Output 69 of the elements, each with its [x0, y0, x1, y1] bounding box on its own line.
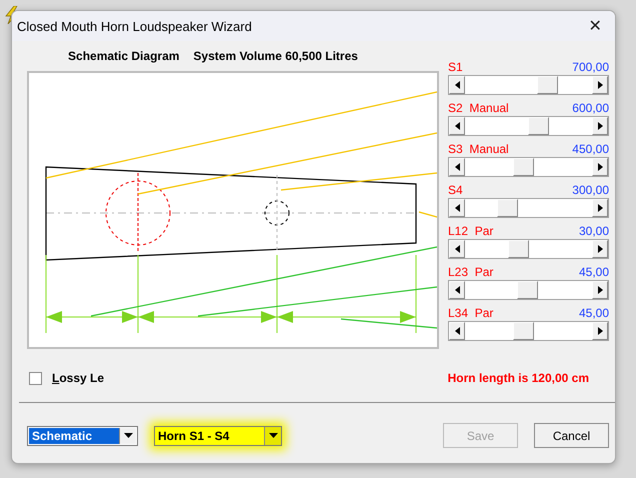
slider-thumb[interactable]	[512, 322, 534, 340]
scroll-right-button[interactable]	[592, 117, 608, 135]
checkbox-label: Lossy Le	[52, 371, 104, 385]
parameter-value: 45,00	[578, 306, 609, 320]
parameter-value: 45,00	[578, 265, 609, 279]
parameter-value: 600,00	[572, 101, 609, 115]
left-arrow-icon	[454, 81, 460, 89]
parameter-label: S1	[448, 60, 463, 74]
scrollbar[interactable]	[448, 116, 609, 136]
scroll-left-button[interactable]	[449, 158, 465, 176]
scroll-right-button[interactable]	[592, 281, 608, 299]
slider-thumb[interactable]	[512, 158, 534, 176]
system-volume: System Volume 60,500 Litres	[193, 49, 358, 63]
scrollbar[interactable]	[448, 239, 609, 259]
caret-icon	[268, 433, 278, 438]
horn-length-text: Horn length is 120,00 cm	[448, 371, 589, 385]
close-button[interactable]: ✕	[575, 11, 615, 41]
parameter-label: S3 Manual	[448, 142, 509, 156]
diagram-title: Schematic Diagram	[68, 49, 180, 63]
parameter-label: S2 Manual	[448, 101, 509, 115]
right-arrow-icon	[598, 245, 602, 253]
scroll-left-button[interactable]	[449, 199, 465, 217]
left-arrow-icon	[454, 122, 460, 130]
parameter-label: L34 Par	[448, 306, 494, 320]
parameter-value: 450,00	[572, 142, 609, 156]
parameter-value: 700,00	[572, 60, 609, 74]
lossy-checkbox[interactable]	[29, 372, 42, 384]
parameter-label: L12 Par	[448, 224, 494, 238]
slider-thumb[interactable]	[528, 117, 549, 135]
parameter-value: 30,00	[578, 224, 609, 238]
horn-dropdown[interactable]: Horn S1 - S4	[154, 426, 282, 446]
slider-thumb[interactable]	[516, 281, 538, 299]
parameter-value: 300,00	[572, 183, 609, 197]
scroll-right-button[interactable]	[592, 158, 608, 176]
slider-thumb[interactable]	[537, 76, 558, 94]
scrollbar[interactable]	[448, 321, 609, 341]
right-arrow-icon	[598, 204, 602, 212]
cancel-button[interactable]: Cancel	[534, 423, 609, 448]
right-arrow-icon	[598, 286, 602, 294]
scrollbar[interactable]	[448, 75, 609, 95]
left-arrow-icon	[454, 327, 460, 335]
right-arrow-icon	[598, 81, 602, 89]
scroll-left-button[interactable]	[449, 117, 465, 135]
leader-line	[418, 211, 437, 218]
scrollbar[interactable]	[448, 280, 609, 300]
left-arrow-icon	[454, 204, 460, 212]
parameter-label: L23 Par	[448, 265, 494, 279]
scroll-right-button[interactable]	[592, 76, 608, 94]
window-title: Closed Mouth Horn Loudspeaker Wizard	[17, 18, 252, 34]
slider-thumb[interactable]	[508, 240, 530, 258]
right-arrow-icon	[598, 122, 602, 130]
left-arrow-icon	[454, 163, 460, 171]
right-arrow-icon	[598, 327, 602, 335]
scroll-left-button[interactable]	[449, 76, 465, 94]
left-arrow-icon	[454, 286, 460, 294]
scrollbar[interactable]	[448, 157, 609, 177]
scroll-left-button[interactable]	[449, 240, 465, 258]
slider-thumb[interactable]	[496, 199, 518, 217]
view-dropdown[interactable]: Schematic	[27, 426, 138, 446]
caret-icon	[124, 433, 132, 438]
scroll-left-button[interactable]	[449, 281, 465, 299]
scroll-right-button[interactable]	[592, 322, 608, 340]
right-arrow-icon	[598, 163, 602, 171]
scroll-left-button[interactable]	[449, 322, 465, 340]
scroll-right-button[interactable]	[592, 240, 608, 258]
left-arrow-icon	[454, 245, 460, 253]
scrollbar[interactable]	[448, 198, 609, 218]
parameter-label: S4	[448, 183, 463, 197]
scroll-right-button[interactable]	[592, 199, 608, 217]
